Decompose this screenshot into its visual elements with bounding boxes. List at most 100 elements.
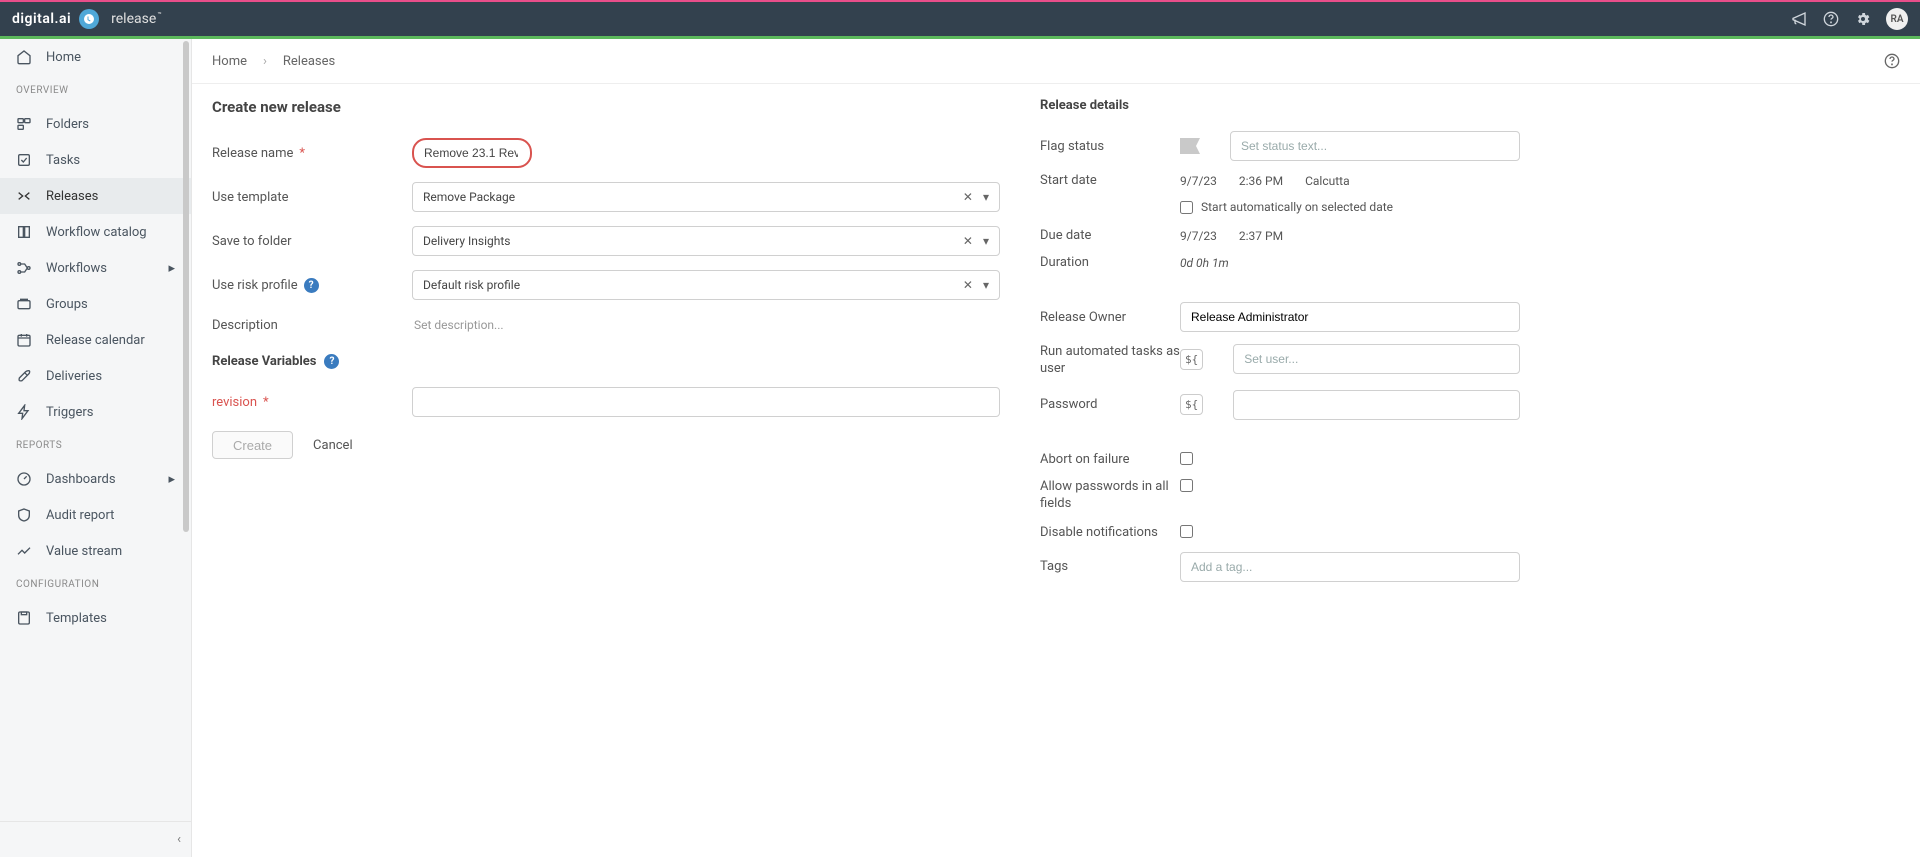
label-abort: Abort on failure bbox=[1040, 452, 1180, 467]
variable-toggle[interactable]: ${ bbox=[1180, 394, 1203, 415]
nav-value-stream[interactable]: Value stream bbox=[0, 533, 191, 569]
disable-notifications-checkbox[interactable] bbox=[1180, 525, 1193, 538]
bolt-icon bbox=[16, 404, 32, 420]
section-reports: REPORTS bbox=[0, 430, 191, 461]
sidebar-scrollbar[interactable] bbox=[181, 39, 191, 857]
brand-logo[interactable]: digital.ai release bbox=[12, 9, 161, 29]
revision-input[interactable] bbox=[412, 387, 1000, 417]
help-icon[interactable] bbox=[1822, 10, 1840, 28]
auto-start-checkbox[interactable] bbox=[1180, 201, 1193, 214]
label-release-owner: Release Owner bbox=[1040, 310, 1180, 325]
help-icon[interactable] bbox=[1884, 53, 1900, 69]
section-release-variables: Release Variables ? bbox=[212, 354, 1000, 369]
clear-icon[interactable]: ✕ bbox=[963, 234, 973, 248]
shield-icon bbox=[16, 507, 32, 523]
label-run-as-user: Run automated tasks as user bbox=[1040, 344, 1180, 378]
chevron-right-icon: › bbox=[263, 54, 267, 69]
main-content: Home › Releases Create new release Relea… bbox=[192, 39, 1920, 857]
save-to-folder-select[interactable]: Delivery Insights ✕ ▾ bbox=[412, 226, 1000, 256]
clear-icon[interactable]: ✕ bbox=[963, 190, 973, 204]
label-use-template: Use template bbox=[212, 190, 412, 205]
page-title: Create new release bbox=[212, 98, 1000, 116]
gear-icon[interactable] bbox=[1854, 10, 1872, 28]
breadcrumb-home[interactable]: Home bbox=[212, 54, 247, 69]
trend-icon bbox=[16, 543, 32, 559]
label-save-to-folder: Save to folder bbox=[212, 234, 412, 249]
start-tz-value[interactable]: Calcutta bbox=[1305, 174, 1350, 188]
release-owner-input[interactable] bbox=[1180, 302, 1520, 332]
folders-icon bbox=[16, 116, 32, 132]
nav-label: Dashboards bbox=[46, 472, 116, 487]
nav-label: Value stream bbox=[46, 544, 122, 559]
nav-label: Home bbox=[46, 50, 81, 65]
help-icon[interactable]: ? bbox=[304, 278, 319, 293]
create-button[interactable]: Create bbox=[212, 431, 293, 459]
nav-folders[interactable]: Folders bbox=[0, 106, 191, 142]
run-as-user-input[interactable] bbox=[1233, 344, 1520, 374]
flag-status-input[interactable] bbox=[1230, 131, 1520, 161]
flag-icon[interactable] bbox=[1180, 138, 1200, 154]
nav-label: Workflows bbox=[46, 261, 107, 276]
nav-triggers[interactable]: Triggers bbox=[0, 394, 191, 430]
nav-workflows[interactable]: Workflows ▸ bbox=[0, 250, 191, 286]
variable-toggle[interactable]: ${ bbox=[1180, 349, 1203, 370]
use-template-select[interactable]: Remove Package ✕ ▾ bbox=[412, 182, 1000, 212]
label-auto-start: Start automatically on selected date bbox=[1201, 200, 1393, 214]
select-value: Default risk profile bbox=[423, 278, 520, 292]
nav-label: Releases bbox=[46, 189, 98, 204]
release-name-input[interactable] bbox=[412, 138, 532, 168]
due-time-value[interactable]: 2:37 PM bbox=[1239, 229, 1283, 243]
due-date-value[interactable]: 9/7/23 bbox=[1180, 229, 1217, 243]
nav-label: Audit report bbox=[46, 508, 114, 523]
nav-release-calendar[interactable]: Release calendar bbox=[0, 322, 191, 358]
nav-workflow-catalog[interactable]: Workflow catalog bbox=[0, 214, 191, 250]
nav-deliveries[interactable]: Deliveries bbox=[0, 358, 191, 394]
start-time-value[interactable]: 2:36 PM bbox=[1239, 174, 1283, 188]
start-date-value[interactable]: 9/7/23 bbox=[1180, 174, 1217, 188]
password-input[interactable] bbox=[1233, 390, 1520, 420]
nav-label: Tasks bbox=[46, 153, 80, 168]
nav-dashboards[interactable]: Dashboards ▸ bbox=[0, 461, 191, 497]
book-icon bbox=[16, 224, 32, 240]
breadcrumb-releases[interactable]: Releases bbox=[283, 54, 335, 69]
help-icon[interactable]: ? bbox=[324, 354, 339, 369]
chevron-right-icon: ▸ bbox=[168, 261, 175, 276]
nav-tasks[interactable]: Tasks bbox=[0, 142, 191, 178]
home-icon bbox=[16, 49, 32, 65]
nav-audit-report[interactable]: Audit report bbox=[0, 497, 191, 533]
chevron-down-icon[interactable]: ▾ bbox=[983, 234, 989, 248]
tasks-icon bbox=[16, 152, 32, 168]
label-tags: Tags bbox=[1040, 559, 1180, 574]
clear-icon[interactable]: ✕ bbox=[963, 278, 973, 292]
chevron-down-icon[interactable]: ▾ bbox=[983, 190, 989, 204]
rocket-icon bbox=[16, 368, 32, 384]
label-use-risk-profile: Use risk profile ? bbox=[212, 278, 412, 293]
announcement-icon[interactable] bbox=[1790, 10, 1808, 28]
nav-label: Folders bbox=[46, 117, 89, 132]
nav-templates[interactable]: Templates bbox=[0, 600, 191, 636]
nav-label: Groups bbox=[46, 297, 88, 312]
user-avatar[interactable]: RA bbox=[1886, 8, 1908, 30]
nav-home[interactable]: Home bbox=[0, 39, 191, 75]
product-icon bbox=[79, 9, 99, 29]
cancel-button[interactable]: Cancel bbox=[313, 438, 353, 453]
allow-passwords-checkbox[interactable] bbox=[1180, 479, 1193, 492]
nav-releases[interactable]: Releases bbox=[0, 178, 191, 214]
gauge-icon bbox=[16, 471, 32, 487]
groups-icon bbox=[16, 296, 32, 312]
label-revision: revision* bbox=[212, 395, 412, 410]
collapse-sidebar[interactable]: ‹ bbox=[0, 821, 191, 857]
nav-label: Deliveries bbox=[46, 369, 102, 384]
nav-label: Workflow catalog bbox=[46, 225, 147, 240]
release-details-header: Release details bbox=[1040, 98, 1520, 113]
select-value: Delivery Insights bbox=[423, 234, 510, 248]
chevron-down-icon[interactable]: ▾ bbox=[983, 278, 989, 292]
product-name: release bbox=[111, 11, 161, 27]
tags-input[interactable] bbox=[1180, 552, 1520, 582]
nav-groups[interactable]: Groups bbox=[0, 286, 191, 322]
top-bar: digital.ai release RA bbox=[0, 0, 1920, 36]
abort-on-failure-checkbox[interactable] bbox=[1180, 452, 1193, 465]
divider bbox=[192, 83, 1920, 84]
risk-profile-select[interactable]: Default risk profile ✕ ▾ bbox=[412, 270, 1000, 300]
description-input[interactable]: Set description... bbox=[412, 314, 1000, 336]
